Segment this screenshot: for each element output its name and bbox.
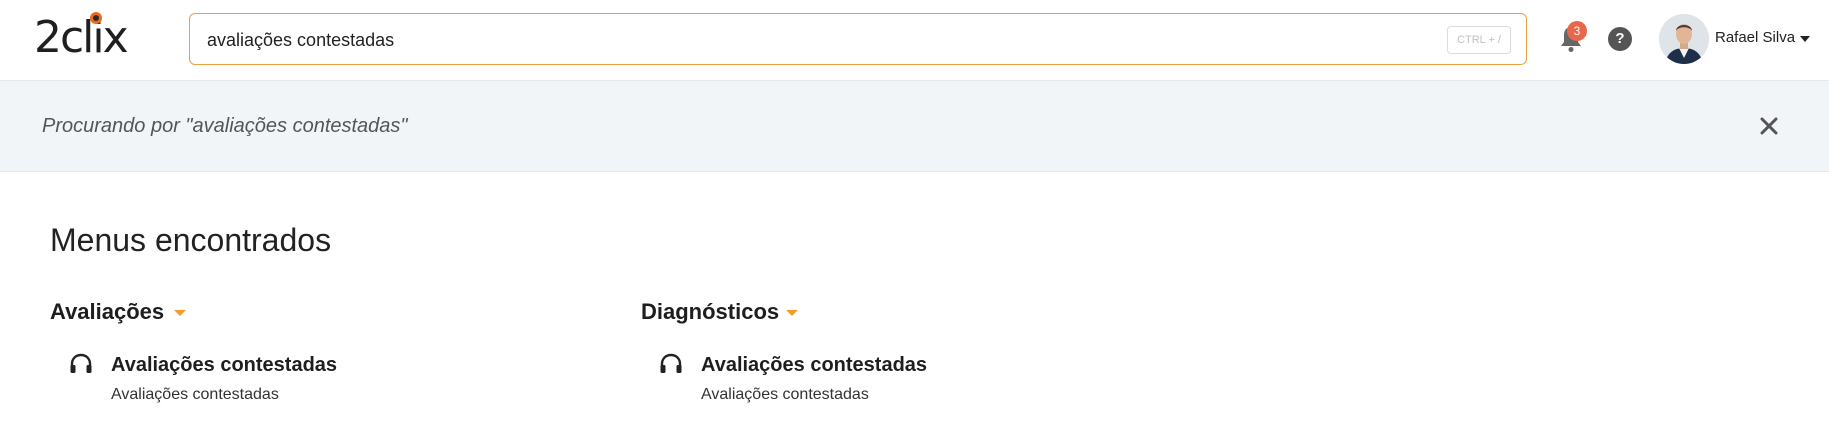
user-name[interactable]: Rafael Silva [1715, 29, 1795, 46]
avatar-photo [1659, 14, 1709, 64]
search-shortcut-hint: CTRL + / [1447, 26, 1511, 54]
logo-dot-icon [90, 12, 102, 24]
page-title: Menus encontrados [50, 222, 332, 258]
headphones-icon [70, 353, 92, 373]
menu-result-subtitle: Avaliações contestadas [111, 386, 279, 403]
group-title-diagnosticos[interactable]: Diagnósticos [641, 299, 779, 325]
search-input[interactable]: avaliações contestadas CTRL + / [189, 13, 1527, 65]
avatar[interactable] [1659, 14, 1709, 64]
logo-text: 2clix [34, 12, 129, 63]
search-value: avaliações contestadas [207, 30, 395, 50]
user-menu-chevron-down-icon[interactable] [1800, 36, 1810, 42]
headphones-icon [660, 353, 682, 373]
menu-result-title[interactable]: Avaliações contestadas [701, 354, 927, 377]
notification-badge: 3 [1567, 21, 1587, 41]
close-icon[interactable] [1757, 114, 1781, 138]
search-banner-text: Procurando por "avaliações contestadas" [42, 115, 408, 137]
menu-result-title[interactable]: Avaliações contestadas [111, 354, 337, 377]
group-title-avaliacoes[interactable]: Avaliações [50, 299, 164, 325]
chevron-down-icon[interactable] [786, 310, 798, 316]
chevron-down-icon[interactable] [174, 310, 186, 316]
menu-result-subtitle: Avaliações contestadas [701, 386, 869, 403]
help-icon[interactable]: ? [1608, 27, 1632, 51]
top-header: 2clix avaliações contestadas CTRL + / 3 … [0, 0, 1829, 81]
search-banner: Procurando por "avaliações contestadas" [0, 81, 1829, 172]
logo[interactable]: 2clix [34, 12, 134, 62]
